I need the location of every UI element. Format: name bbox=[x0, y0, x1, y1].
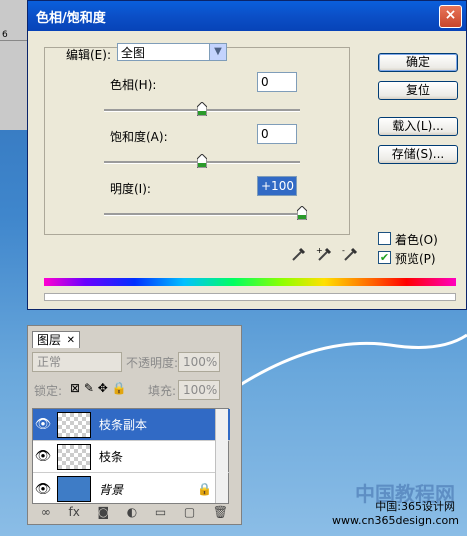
layer-name: 枝条 bbox=[99, 450, 124, 464]
layer-list: 👁 枝条副本 👁 枝条 👁 背景 🔒 bbox=[32, 408, 230, 505]
folder-icon[interactable]: ▭ bbox=[155, 505, 166, 519]
hue-spectrum-bar bbox=[44, 278, 456, 286]
saturation-input[interactable]: 0 bbox=[257, 124, 297, 144]
layer-row[interactable]: 👁 背景 🔒 bbox=[33, 473, 230, 505]
fill-label: 填充: bbox=[148, 384, 177, 398]
layer-row[interactable]: 👁 枝条副本 bbox=[33, 409, 230, 441]
layers-footer: ∞ fx ◙ ◐ ▭ ▢ 🗑 bbox=[32, 502, 237, 522]
preview-checkbox[interactable]: ✔ bbox=[378, 251, 391, 264]
edit-select[interactable]: 全图 ▼ bbox=[117, 43, 227, 61]
load-button[interactable]: 载入(L)... bbox=[378, 117, 458, 136]
watermark-url: www.cn365design.com bbox=[332, 514, 459, 527]
close-button[interactable]: × bbox=[439, 4, 462, 28]
layer-thumbnail bbox=[57, 411, 91, 438]
lightness-slider[interactable] bbox=[104, 213, 300, 216]
trash-icon[interactable]: 🗑 bbox=[213, 505, 228, 519]
preview-label: 预览(P) bbox=[395, 252, 436, 266]
layer-scrollbar[interactable] bbox=[215, 409, 228, 503]
hue-input[interactable]: 0 bbox=[257, 72, 297, 92]
swoosh-decoration bbox=[240, 333, 467, 387]
lock-label: 锁定: bbox=[34, 384, 63, 398]
watermark-subtitle: 中国:365设计网 bbox=[375, 500, 455, 513]
layer-name: 背景 bbox=[99, 482, 124, 497]
edit-label: 编辑(E): bbox=[66, 48, 111, 62]
eyedropper-minus-icon[interactable]: - bbox=[342, 245, 360, 263]
hue-label: 色相(H): bbox=[110, 78, 157, 92]
eye-icon[interactable]: 👁 bbox=[33, 449, 53, 464]
new-layer-icon[interactable]: ▢ bbox=[184, 505, 195, 519]
lightness-label: 明度(I): bbox=[110, 182, 151, 196]
layers-panel: 图层 ✕ 正常 不透明度: 100% 锁定: ⊠ ✎ ✥ 🔒 填充: 100% … bbox=[27, 325, 242, 525]
ok-button[interactable]: 确定 bbox=[378, 53, 458, 72]
link-icon[interactable]: ∞ bbox=[41, 505, 51, 519]
fill-input[interactable]: 100% bbox=[178, 380, 220, 400]
tab-layers-label: 图层 bbox=[37, 333, 62, 347]
dialog-title: 色相/饱和度 bbox=[36, 10, 106, 26]
ruler-tick: 6 bbox=[2, 30, 8, 40]
colorize-checkbox[interactable] bbox=[378, 232, 391, 245]
lightness-input[interactable]: +100 bbox=[257, 176, 297, 196]
adjustment-icon[interactable]: ◐ bbox=[127, 505, 137, 519]
saturation-slider-thumb[interactable] bbox=[197, 154, 207, 168]
layer-thumbnail bbox=[57, 476, 91, 502]
svg-text:+: + bbox=[316, 246, 323, 255]
chevron-down-icon[interactable]: ▼ bbox=[209, 44, 226, 60]
lock-icons[interactable]: ⊠ ✎ ✥ 🔒 bbox=[70, 381, 127, 395]
dialog-titlebar[interactable]: 色相/饱和度 × bbox=[28, 1, 466, 31]
fx-button[interactable]: fx bbox=[68, 505, 79, 519]
blend-mode-select[interactable]: 正常 bbox=[32, 352, 122, 372]
reset-button[interactable]: 复位 bbox=[378, 81, 458, 100]
adjusted-spectrum-bar bbox=[44, 293, 456, 301]
lightness-slider-thumb[interactable] bbox=[297, 206, 307, 220]
eyedropper-plus-icon[interactable]: + bbox=[316, 245, 334, 263]
eye-icon[interactable]: 👁 bbox=[33, 482, 53, 497]
colorize-label: 着色(O) bbox=[395, 233, 438, 247]
opacity-label: 不透明度: bbox=[126, 356, 179, 370]
tab-layers[interactable]: 图层 ✕ bbox=[32, 331, 80, 348]
hue-slider-thumb[interactable] bbox=[197, 102, 207, 116]
save-button[interactable]: 存储(S)... bbox=[378, 145, 458, 164]
layer-name: 枝条副本 bbox=[99, 418, 148, 432]
saturation-label: 饱和度(A): bbox=[110, 130, 168, 144]
edit-select-value: 全图 bbox=[121, 46, 146, 60]
layer-thumbnail bbox=[57, 443, 91, 470]
layer-row[interactable]: 👁 枝条 bbox=[33, 441, 230, 473]
svg-text:-: - bbox=[342, 246, 345, 255]
lock-icon: 🔒 bbox=[197, 482, 212, 496]
mask-icon[interactable]: ◙ bbox=[97, 505, 109, 519]
opacity-input[interactable]: 100% bbox=[178, 352, 220, 372]
hue-saturation-dialog: 色相/饱和度 × 编辑(E): 全图 ▼ 色相(H): 0 饱和度(A): 0 … bbox=[27, 0, 467, 310]
eyedropper-icon[interactable] bbox=[290, 245, 308, 263]
eye-icon[interactable]: 👁 bbox=[33, 417, 53, 432]
close-icon[interactable]: ✕ bbox=[67, 332, 75, 349]
